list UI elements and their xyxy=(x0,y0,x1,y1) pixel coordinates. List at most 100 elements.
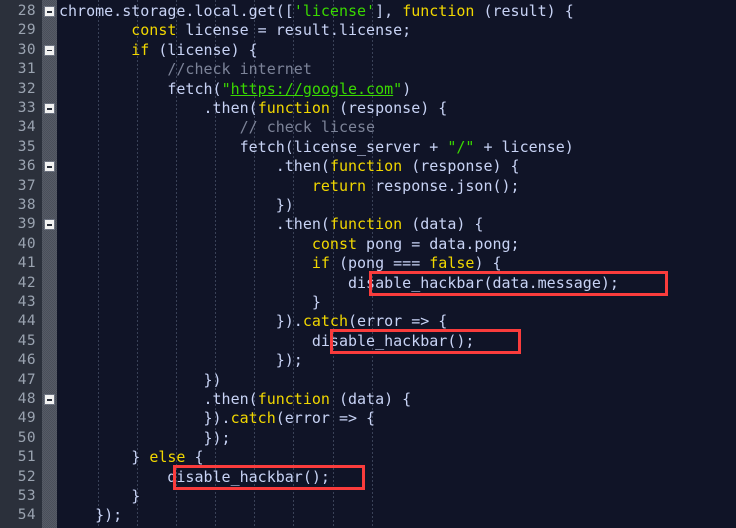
code-token: }). xyxy=(59,409,231,428)
code-line[interactable]: .then(function (data) { xyxy=(59,215,484,234)
code-token: https://google.com xyxy=(230,79,394,98)
code-token: ], xyxy=(375,2,403,20)
code-line[interactable]: chrome.storage.local.get(['license'], fu… xyxy=(59,2,574,21)
code-line[interactable]: .then(function (data) { xyxy=(59,390,411,409)
line-number: 35 xyxy=(17,138,36,155)
line-number: 33 xyxy=(17,100,36,116)
code-line[interactable]: }) xyxy=(59,371,221,390)
code-token: (pong === xyxy=(329,254,430,273)
line-number: 53 xyxy=(17,488,36,504)
code-line[interactable]: }); xyxy=(59,351,303,370)
line-number: 36 xyxy=(17,158,36,175)
code-line[interactable]: const pong = data.pong; xyxy=(59,235,520,254)
fold-toggle-icon[interactable] xyxy=(44,394,55,405)
code-line[interactable]: } xyxy=(59,487,140,506)
line-number: 39 xyxy=(17,216,36,233)
code-token: (response) { xyxy=(402,157,520,176)
code-line[interactable]: } xyxy=(59,293,321,312)
code-token: function xyxy=(257,390,330,408)
code-token: false xyxy=(429,254,475,273)
code-line[interactable]: disable_hackbar(); xyxy=(59,332,475,351)
code-line[interactable]: .then(function (response) { xyxy=(59,157,520,176)
code-token: }); xyxy=(59,428,231,447)
code-token: (data) { xyxy=(329,390,412,408)
code-line[interactable]: }).catch(error => { xyxy=(59,312,448,331)
code-token: (response) { xyxy=(329,99,448,117)
code-token: if xyxy=(311,254,330,273)
code-token: (error => { xyxy=(348,312,448,331)
code-folding-gutter[interactable] xyxy=(42,0,57,528)
code-token: " xyxy=(221,79,231,98)
code-token: } xyxy=(59,448,150,467)
fold-toggle-icon[interactable] xyxy=(44,161,55,173)
code-token: const xyxy=(131,21,177,40)
code-line[interactable]: }); xyxy=(59,428,231,448)
code-token: const xyxy=(311,234,358,253)
code-token: + license) xyxy=(474,137,574,156)
code-line[interactable]: fetch("https://google.com") xyxy=(59,80,411,99)
line-number: 54 xyxy=(17,507,36,524)
line-number: 41 xyxy=(17,255,36,272)
line-number-gutter: 28 29 30 31 32 33 34 35 36 37 38 39 40 41 42 43 44 45 46 47… xyxy=(0,0,42,528)
code-line[interactable]: }).catch(error => { xyxy=(59,409,375,428)
fold-toggle-icon[interactable] xyxy=(44,219,55,231)
code-token: .then( xyxy=(59,390,258,408)
code-token: //check internet xyxy=(167,60,312,79)
line-number: 40 xyxy=(17,235,36,252)
code-token: if xyxy=(131,40,150,59)
code-token: function xyxy=(257,99,330,117)
code-line[interactable]: .then(function (response) { xyxy=(59,99,447,118)
code-token: .then( xyxy=(59,215,330,234)
code-line[interactable]: //check internet xyxy=(59,60,312,79)
code-line[interactable]: fetch(license_server + "/" + license) xyxy=(59,138,574,157)
fold-toggle-icon[interactable] xyxy=(44,103,55,114)
code-line[interactable]: disable_hackbar(); xyxy=(59,468,330,487)
line-number: 46 xyxy=(17,352,36,369)
code-line[interactable]: if (license) { xyxy=(59,40,257,60)
code-token: } xyxy=(59,487,141,505)
code-token: }). xyxy=(59,312,303,331)
code-token: .then( xyxy=(59,99,258,117)
code-line[interactable]: // check licese xyxy=(59,118,375,137)
code-token: function xyxy=(329,157,403,176)
code-editor[interactable]: 28 29 30 31 32 33 34 35 36 37 38 39 40 41 42 43 44 45 46 47… xyxy=(0,0,736,528)
code-line[interactable]: return response.json(); xyxy=(59,177,520,196)
code-line[interactable]: const license = result.license; xyxy=(59,21,411,40)
code-line[interactable]: } else { xyxy=(59,448,204,467)
fold-toggle-icon[interactable] xyxy=(44,6,55,17)
line-number: 45 xyxy=(17,332,36,349)
line-number: 51 xyxy=(17,449,36,466)
code-token: (error => { xyxy=(275,409,376,428)
code-token: ) { xyxy=(474,254,502,273)
code-token: { xyxy=(185,448,204,467)
code-token: response.json(); xyxy=(366,176,520,195)
line-number: 44 xyxy=(17,313,36,330)
line-number: 37 xyxy=(17,177,36,194)
fold-toggle-icon[interactable] xyxy=(44,44,55,56)
code-token: // check licese xyxy=(239,118,376,137)
code-token: " xyxy=(393,79,403,98)
code-line[interactable]: if (pong === false) { xyxy=(59,254,502,273)
code-token: (data) { xyxy=(402,215,484,234)
code-line[interactable]: }) xyxy=(59,196,294,215)
code-token: fetch( xyxy=(59,79,222,98)
code-line[interactable]: }); xyxy=(59,506,122,525)
line-number: 48 xyxy=(17,391,36,407)
code-line[interactable]: disable_hackbar(data.message); xyxy=(59,274,619,293)
code-content-area[interactable]: chrome.storage.local.get(['license'], fu… xyxy=(57,0,736,528)
line-number: 32 xyxy=(17,80,36,97)
code-token: return xyxy=(311,176,367,195)
line-number: 30 xyxy=(17,41,36,58)
line-number: 29 xyxy=(17,22,36,39)
code-token: ) xyxy=(402,79,412,98)
code-token: catch xyxy=(302,312,348,331)
code-token: (result) { xyxy=(474,2,574,20)
code-token: chrome.storage.local.get([ xyxy=(59,2,294,20)
code-token: "/" xyxy=(447,137,475,156)
code-token: license = result.license; xyxy=(176,21,412,40)
code-token: 'license' xyxy=(293,2,376,20)
